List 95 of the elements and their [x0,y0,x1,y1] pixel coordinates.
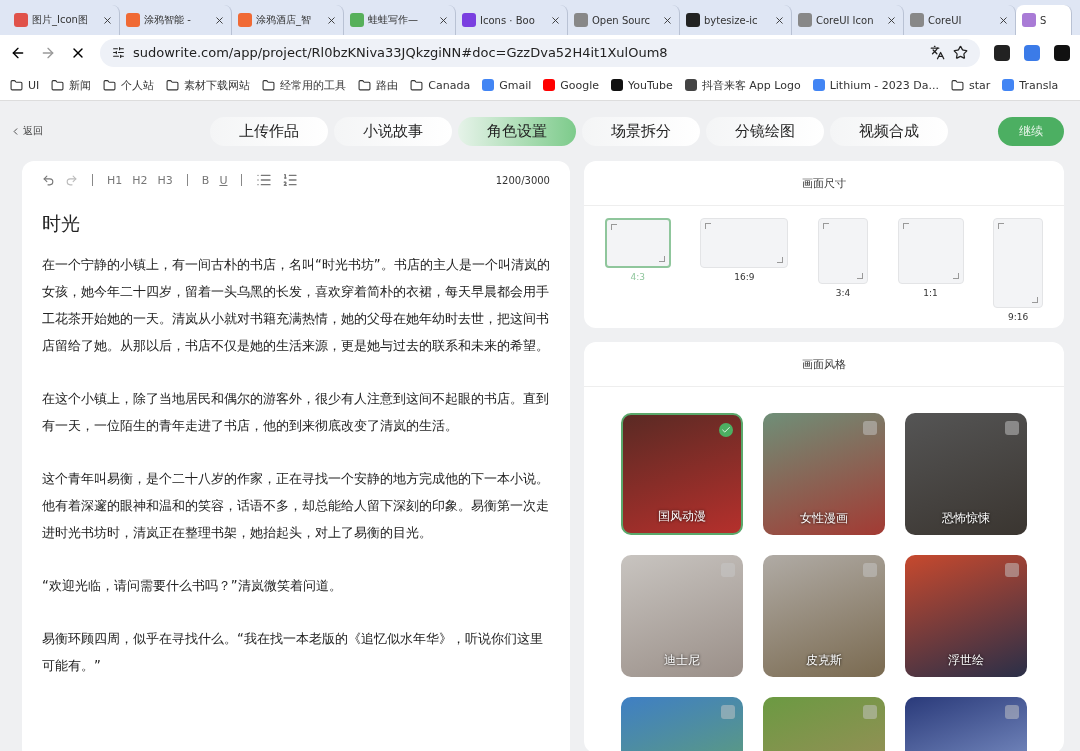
address-bar[interactable]: sudowrite.com/app/project/Rl0bzKNiva33JQkzgiNN#doc=GzzDva52H4it1XulOum8 [100,38,980,67]
site-icon [543,79,556,91]
favicon-icon [126,13,140,27]
bookmark-link[interactable]: 素材下载网站 [166,77,251,93]
site-icon [812,79,825,91]
aspect-ratio-label: 16:9 [734,272,755,282]
favicon-icon [350,13,364,27]
paragraph: 这个青年叫易衡，是个二十八岁的作家，正在寻找一个安静的地方完成他的下一本小说。他有着深邃的眼神和温和的笑容，话语不多，却总能给人留下深刻的印象。易衡第一次走进时光书坊时，清岚正在整理书架，她抬起头，对上了易衡的目光。 [42,470,550,542]
folder-icon [358,78,372,92]
checkbox-icon [863,563,877,577]
bookmark-link[interactable]: Lithium - 2023 Da... [812,78,940,92]
undo-icon[interactable] [42,173,55,187]
aspect-ratio-label: 4:3 [630,272,646,282]
site-icon [684,79,697,91]
paragraph: 在这个小镇上，除了当地居民和偶尔的游客外，很少有人注意到这间不起眼的书店。直到有一天，一位陌生的青年走进了书店，他的到来彻底改变了清岚的生活。 [42,390,550,435]
bookmark-link[interactable]: YouTube [611,78,673,92]
folder-icon [262,78,276,92]
step-tab[interactable]: 角色设置 [458,116,576,146]
document-title: 时光 [42,211,81,236]
panel-title: 画面风格 [584,342,1064,387]
step-tab[interactable]: 分镜绘图 [706,116,824,146]
folder-icon [51,78,65,92]
bookmark-link[interactable]: 路由 [358,77,399,93]
close-icon[interactable] [662,14,673,26]
step-tab[interactable]: 视频合成 [830,116,948,146]
bookmark-star-icon[interactable] [953,45,968,60]
favicon-icon [1022,13,1036,27]
checkbox-icon [863,421,877,435]
heading-button[interactable]: H1 [107,173,123,187]
extension-icon[interactable] [1054,44,1070,61]
site-icon [611,79,624,91]
close-icon[interactable] [550,14,561,26]
bookmark-link[interactable]: 个人站 [103,77,155,93]
paragraph: “欢迎光临，请问需要什么书吗？”清岚微笑着问道。 [42,577,343,595]
step-tab[interactable]: 小说故事 [334,116,452,146]
bookmark-link[interactable]: Google [543,78,600,92]
site-icon [482,79,495,91]
aspect-ratio-label: 1:1 [923,288,938,298]
site-icon [1002,79,1015,91]
favicon-icon [798,13,812,27]
bold-button[interactable]: B [201,173,210,187]
folder-icon [166,78,180,92]
favicon-icon [462,13,476,27]
back-link[interactable]: 返回 [10,124,210,138]
close-icon[interactable] [998,14,1009,26]
favicon-icon [910,13,924,27]
style-card[interactable]: 国风动漫 [621,413,743,535]
panel-title: 画面尺寸 [584,161,1064,206]
translate-icon[interactable] [930,45,945,60]
checkbox-icon [863,705,877,719]
checkbox-icon [1005,421,1019,435]
favicon-icon [14,13,28,27]
paragraph: 易衡环顾四周，似乎在寻找什么。“我在找一本老版的《追忆似水年华》，听说你们这里可能有。” [42,630,544,675]
favicon-icon [686,13,700,27]
heading-button[interactable]: H2 [132,173,148,187]
bookmark-link[interactable]: 新闻 [51,77,92,93]
close-icon[interactable] [214,14,225,26]
close-icon[interactable] [326,14,337,26]
folder-icon [410,78,424,92]
checkbox-icon [719,423,733,437]
step-tab[interactable]: 上传作品 [210,116,328,146]
bookmark-link[interactable]: Canada [410,78,471,92]
favicon-icon [574,13,588,27]
aspect-ratio-label: 3:4 [835,288,851,298]
style-card[interactable]: 浮世绘 [905,555,1027,677]
checkbox-icon [1005,563,1019,577]
bookmark-link[interactable]: Transla [1002,78,1059,92]
paragraph: 在一个宁静的小镇上，有一间古朴的书店，名叫“时光书坊”。书店的主人是一个叫清岚的女孩，她今年二十四岁，留着一头乌黑的长发，喜欢穿着简朴的衣裙，每天早晨都会用手工花茶开始她的一天。清岚从小就对书籍充满热情，她的父母在她年幼时去世，把这间书店留给了她。从那以后，书店不仅是她的生活来源，更是她与过去的联系和未来的希望。 [42,256,551,355]
site-settings-icon[interactable] [112,46,125,59]
style-card[interactable]: 恐怖惊悚 [905,413,1027,535]
close-icon[interactable] [774,14,785,26]
folder-icon [103,78,117,92]
favicon-icon [238,13,252,27]
checkbox-icon [721,705,735,719]
folder-icon [10,78,23,92]
close-icon[interactable] [438,14,449,26]
word-counter: 1200/3000 [495,174,550,186]
bookmark-link[interactable]: UI [10,78,40,92]
heading-button[interactable]: H3 [157,173,173,187]
step-tab[interactable]: 场景拆分 [582,116,700,146]
browser-tab[interactable]: S [1016,5,1072,35]
bookmark-link[interactable]: 抖音来客 App Logo [684,77,801,93]
bookmark-link[interactable]: star [951,78,991,92]
bookmark-link[interactable]: Gmail [482,78,532,92]
style-card[interactable]: 皮克斯 [763,555,885,677]
style-card[interactable]: 女性漫画 [763,413,885,535]
close-icon[interactable] [886,14,897,26]
list-icon[interactable] [256,172,273,188]
checkbox-icon [1005,705,1019,719]
underline-button[interactable]: U [219,173,228,187]
extension-icon[interactable] [994,44,1010,61]
bookmark-link[interactable]: 经常用的工具 [262,77,347,93]
aspect-ratio-label: 9:16 [1008,312,1029,322]
folder-icon [951,78,965,92]
close-icon[interactable] [102,14,113,26]
